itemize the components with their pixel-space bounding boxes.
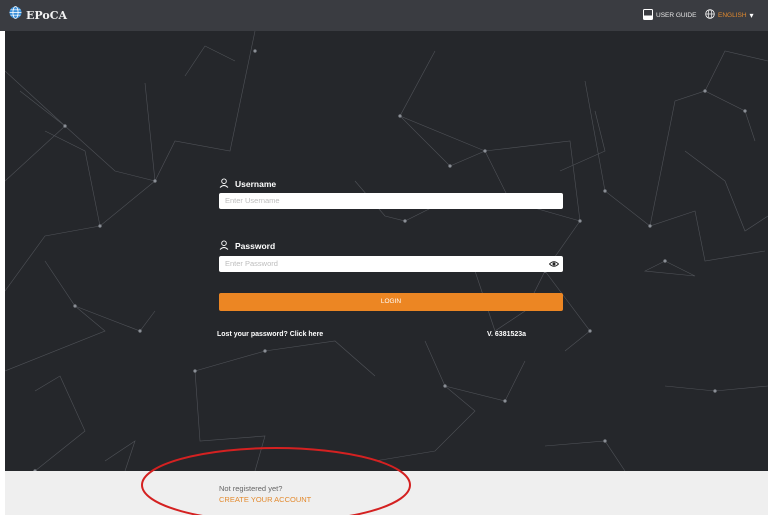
password-label-row: Password — [219, 240, 275, 252]
login-hero: Username Enter Username Password Enter P… — [5, 31, 768, 471]
user-guide-label: USER GUIDE — [656, 12, 697, 19]
brand-name: EPoCA — [26, 8, 67, 22]
user-icon — [219, 240, 229, 252]
user-icon — [219, 178, 229, 190]
create-account-link[interactable]: CREATE YOUR ACCOUNT — [219, 495, 311, 504]
document-icon — [643, 9, 653, 22]
globe-logo-icon — [9, 6, 22, 24]
username-label-row: Username — [219, 178, 276, 190]
password-placeholder: Enter Password — [225, 259, 278, 268]
globe-icon — [705, 9, 715, 21]
network-background — [5, 31, 768, 471]
language-selector[interactable]: ENGLISH ▾ — [705, 9, 754, 21]
language-label: ENGLISH — [718, 11, 747, 19]
password-label: Password — [235, 241, 276, 251]
user-guide-link[interactable]: USER GUIDE — [643, 9, 696, 22]
brand-logo[interactable]: EPoCA — [9, 6, 67, 24]
lost-password-link[interactable]: Lost your password? Click here — [217, 331, 323, 338]
footer: Not registered yet? CREATE YOUR ACCOUNT — [5, 471, 768, 515]
chevron-down-icon: ▾ — [749, 10, 754, 20]
top-navigation-bar: EPoCA USER GUIDE ENGLISH ▾ — [0, 0, 768, 31]
password-input[interactable]: Enter Password — [219, 256, 563, 272]
eye-icon[interactable] — [548, 259, 560, 275]
not-registered-text: Not registered yet? — [219, 484, 283, 493]
username-label: Username — [235, 179, 277, 189]
username-input[interactable]: Enter Username — [219, 193, 563, 209]
login-button[interactable]: LOGIN — [219, 293, 563, 311]
version-label: V. 6381523a — [487, 331, 527, 338]
